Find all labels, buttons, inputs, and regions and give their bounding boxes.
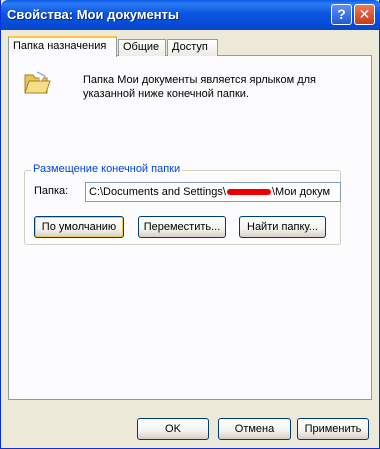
- apply-button[interactable]: Применить: [297, 418, 369, 440]
- target-description: Папка Мои документы является ярлыком для…: [83, 74, 317, 100]
- restore-default-button[interactable]: По умолчанию: [34, 216, 124, 238]
- tab-general[interactable]: Общие: [118, 39, 166, 56]
- properties-dialog: Свойства: Мои документы ? ✕ Папка назнач…: [0, 0, 380, 449]
- help-icon: ?: [337, 6, 346, 22]
- window-title: Свойства: Мои документы: [7, 7, 180, 22]
- cancel-button[interactable]: Отмена: [218, 418, 291, 440]
- tab-sharing[interactable]: Доступ: [167, 39, 218, 56]
- target-path-field[interactable]: C:\Documents and Settings\ \Мои докум: [85, 182, 341, 202]
- target-path-suffix: \Мои докум: [271, 186, 331, 198]
- redaction-mark: [226, 189, 271, 196]
- open-folder-icon: [24, 71, 51, 94]
- find-target-button[interactable]: Найти папку...: [239, 216, 326, 238]
- target-path-prefix: C:\Documents and Settings\: [89, 186, 226, 198]
- tab-target-folder[interactable]: Папка назначения: [8, 36, 117, 57]
- folder-label: Папка:: [34, 185, 69, 197]
- close-icon: ✕: [358, 6, 371, 22]
- help-button[interactable]: ?: [331, 4, 352, 25]
- move-button[interactable]: Переместить...: [138, 216, 226, 238]
- target-location-group-title: Размещение конечной папки: [31, 163, 183, 175]
- close-button[interactable]: ✕: [354, 4, 375, 25]
- ok-button[interactable]: OK: [137, 418, 209, 440]
- title-bar[interactable]: Свойства: Мои документы ? ✕: [1, 0, 380, 30]
